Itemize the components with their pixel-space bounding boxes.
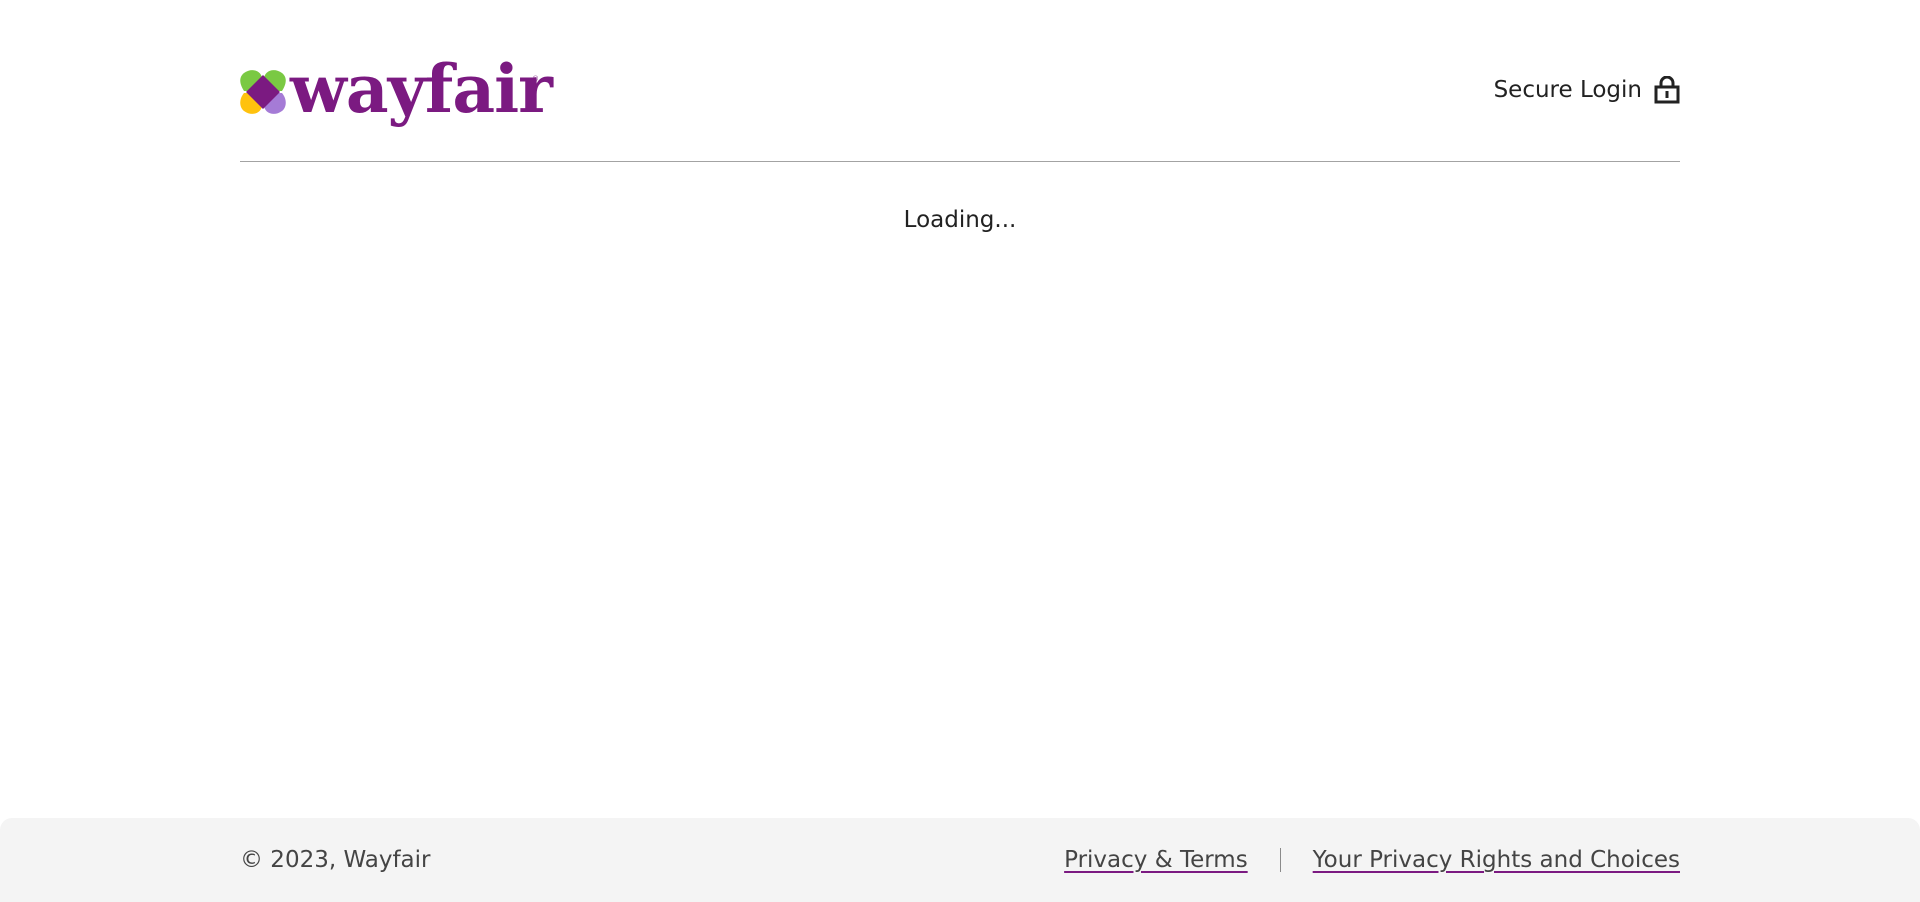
wayfair-logo[interactable]: wayfair ® [240,50,553,132]
footer-link-separator [1279,848,1281,872]
footer: © 2023, Wayfair Privacy & Terms Your Pri… [0,818,1920,902]
footer-links: Privacy & Terms Your Privacy Rights and … [1064,818,1680,902]
header: wayfair ® Secure Login [240,52,1680,132]
copyright-text: © 2023, Wayfair [240,847,431,873]
secure-login-label: Secure Login [1493,76,1642,103]
privacy-rights-link[interactable]: Your Privacy Rights and Choices [1313,847,1680,873]
privacy-terms-link[interactable]: Privacy & Terms [1064,847,1248,873]
pinwheel-logo-icon [240,70,286,114]
loading-status: Loading... [903,207,1017,233]
registered-mark: ® [532,75,539,83]
lock-icon [1654,76,1680,104]
secure-login: Secure Login [1494,76,1680,104]
wayfair-wordmark: wayfair [290,50,553,128]
header-divider [240,161,1680,162]
page: wayfair ® Secure Login Loading... © 2023… [0,0,1920,902]
